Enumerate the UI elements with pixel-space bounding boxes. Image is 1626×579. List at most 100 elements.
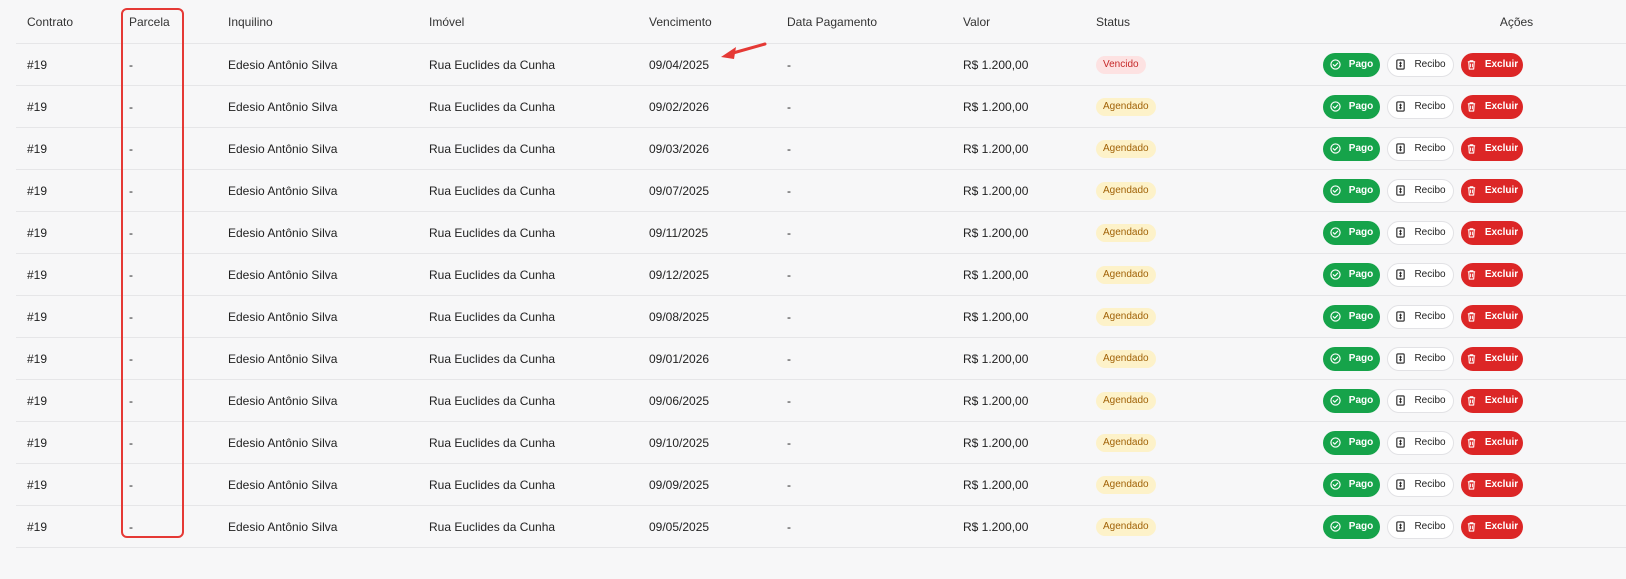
receipt-icon [1395, 59, 1406, 70]
cell-acoes: Pago Recibo Excluir [1323, 379, 1626, 422]
table-row[interactable]: #19 - Edesio Antônio Silva Rua Euclides … [16, 379, 1626, 422]
pago-button[interactable]: Pago [1323, 94, 1380, 119]
table-row[interactable]: #19 - Edesio Antônio Silva Rua Euclides … [16, 463, 1626, 506]
pago-button[interactable]: Pago [1323, 430, 1380, 455]
excluir-label: Excluir [1484, 479, 1519, 490]
recibo-button[interactable]: Recibo [1387, 94, 1454, 119]
pago-button[interactable]: Pago [1323, 136, 1380, 161]
excluir-button[interactable]: Excluir [1461, 52, 1523, 77]
cell-imovel: Rua Euclides da Cunha [429, 85, 649, 128]
row-actions: Pago Recibo Excluir [1323, 262, 1626, 287]
recibo-button[interactable]: Recibo [1387, 136, 1454, 161]
recibo-button[interactable]: Recibo [1387, 346, 1454, 371]
cell-inquilino: Edesio Antônio Silva [228, 505, 429, 548]
table-row[interactable]: #19 - Edesio Antônio Silva Rua Euclides … [16, 505, 1626, 548]
pago-button[interactable]: Pago [1323, 514, 1380, 539]
excluir-button[interactable]: Excluir [1461, 304, 1523, 329]
pago-button[interactable]: Pago [1323, 220, 1380, 245]
cell-acoes: Pago Recibo Excluir [1323, 169, 1626, 212]
recibo-button[interactable]: Recibo [1387, 388, 1454, 413]
cell-acoes: Pago Recibo Excluir [1323, 337, 1626, 380]
check-circle-icon [1330, 143, 1341, 154]
table-row[interactable]: #19 - Edesio Antônio Silva Rua Euclides … [16, 295, 1626, 338]
trash-icon [1466, 395, 1477, 406]
cell-vencimento: 09/10/2025 [649, 421, 787, 464]
table-row[interactable]: #19 - Edesio Antônio Silva Rua Euclides … [16, 337, 1626, 380]
recibo-button[interactable]: Recibo [1387, 178, 1454, 203]
excluir-button[interactable]: Excluir [1461, 220, 1523, 245]
pago-button[interactable]: Pago [1323, 262, 1380, 287]
pago-button[interactable]: Pago [1323, 304, 1380, 329]
recibo-button[interactable]: Recibo [1387, 430, 1454, 455]
cell-status: Agendado [1096, 295, 1323, 338]
status-badge: Agendado [1096, 391, 1156, 410]
cell-valor: R$ 1.200,00 [963, 253, 1096, 296]
pago-label: Pago [1348, 185, 1374, 196]
receipt-icon [1395, 395, 1406, 406]
col-status[interactable]: Status [1096, 0, 1323, 44]
col-imovel[interactable]: Imóvel [429, 0, 649, 44]
row-actions: Pago Recibo Excluir [1323, 304, 1626, 329]
cell-vencimento: 09/11/2025 [649, 211, 787, 254]
cell-vencimento: 09/02/2026 [649, 85, 787, 128]
table-row[interactable]: #19 - Edesio Antônio Silva Rua Euclides … [16, 253, 1626, 296]
recibo-label: Recibo [1414, 185, 1446, 196]
table-row[interactable]: #19 - Edesio Antônio Silva Rua Euclides … [16, 211, 1626, 254]
excluir-button[interactable]: Excluir [1461, 262, 1523, 287]
receipt-icon [1395, 437, 1406, 448]
cell-inquilino: Edesio Antônio Silva [228, 295, 429, 338]
pago-button[interactable]: Pago [1323, 178, 1380, 203]
col-vencimento[interactable]: Vencimento [649, 0, 787, 44]
status-badge: Agendado [1096, 349, 1156, 368]
cell-valor: R$ 1.200,00 [963, 337, 1096, 380]
recibo-button[interactable]: Recibo [1387, 52, 1454, 77]
table-row[interactable]: #19 - Edesio Antônio Silva Rua Euclides … [16, 421, 1626, 464]
row-actions: Pago Recibo Excluir [1323, 388, 1626, 413]
excluir-button[interactable]: Excluir [1461, 346, 1523, 371]
col-contrato[interactable]: Contrato [16, 0, 129, 44]
trash-icon [1466, 227, 1477, 238]
cell-contrato: #19 [16, 253, 129, 296]
check-circle-icon [1330, 479, 1341, 490]
cell-acoes: Pago Recibo Excluir [1323, 421, 1626, 464]
excluir-button[interactable]: Excluir [1461, 430, 1523, 455]
pago-button[interactable]: Pago [1323, 52, 1380, 77]
excluir-button[interactable]: Excluir [1461, 472, 1523, 497]
recibo-button[interactable]: Recibo [1387, 304, 1454, 329]
excluir-button[interactable]: Excluir [1461, 94, 1523, 119]
excluir-button[interactable]: Excluir [1461, 178, 1523, 203]
cell-status: Agendado [1096, 127, 1323, 170]
recibo-button[interactable]: Recibo [1387, 220, 1454, 245]
cell-contrato: #19 [16, 85, 129, 128]
excluir-button[interactable]: Excluir [1461, 388, 1523, 413]
pago-button[interactable]: Pago [1323, 388, 1380, 413]
table-row[interactable]: #19 - Edesio Antônio Silva Rua Euclides … [16, 43, 1626, 86]
col-data-pagamento[interactable]: Data Pagamento [787, 0, 963, 44]
pago-button[interactable]: Pago [1323, 472, 1380, 497]
pago-button[interactable]: Pago [1323, 346, 1380, 371]
cell-vencimento: 09/01/2026 [649, 337, 787, 380]
cell-valor: R$ 1.200,00 [963, 211, 1096, 254]
recibo-label: Recibo [1414, 353, 1446, 364]
col-valor[interactable]: Valor [963, 0, 1096, 44]
table-row[interactable]: #19 - Edesio Antônio Silva Rua Euclides … [16, 127, 1626, 170]
recibo-button[interactable]: Recibo [1387, 472, 1454, 497]
status-badge: Agendado [1096, 517, 1156, 536]
col-inquilino[interactable]: Inquilino [228, 0, 429, 44]
recibo-button[interactable]: Recibo [1387, 514, 1454, 539]
excluir-button[interactable]: Excluir [1461, 136, 1523, 161]
receipt-icon [1395, 143, 1406, 154]
recibo-button[interactable]: Recibo [1387, 262, 1454, 287]
check-circle-icon [1330, 59, 1341, 70]
excluir-button[interactable]: Excluir [1461, 514, 1523, 539]
check-circle-icon [1330, 311, 1341, 322]
table-row[interactable]: #19 - Edesio Antônio Silva Rua Euclides … [16, 85, 1626, 128]
cell-contrato: #19 [16, 169, 129, 212]
receipt-icon [1395, 101, 1406, 112]
cell-inquilino: Edesio Antônio Silva [228, 169, 429, 212]
pago-label: Pago [1348, 437, 1374, 448]
cell-acoes: Pago Recibo Excluir [1323, 505, 1626, 548]
status-badge: Agendado [1096, 181, 1156, 200]
table-row[interactable]: #19 - Edesio Antônio Silva Rua Euclides … [16, 169, 1626, 212]
row-actions: Pago Recibo Excluir [1323, 514, 1626, 539]
